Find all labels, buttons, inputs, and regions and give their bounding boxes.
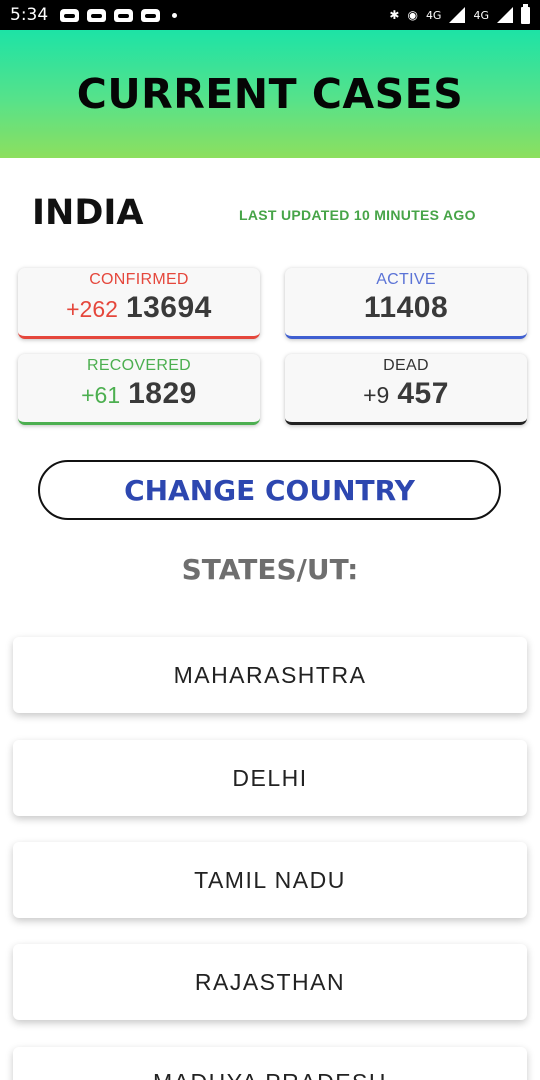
- status-time: 5:34: [10, 5, 49, 25]
- bluetooth-icon: ✱: [389, 8, 400, 22]
- active-card: ACTIVE 11408: [285, 268, 527, 339]
- confirmed-card: CONFIRMED +262 13694: [18, 268, 260, 339]
- state-item-maharashtra[interactable]: MAHARASHTRA: [13, 637, 527, 713]
- recovered-card: RECOVERED +61 1829: [18, 354, 260, 425]
- app-header: CURRENT CASES: [0, 30, 540, 158]
- notification-icon: [141, 8, 161, 22]
- signal-icon: [449, 7, 466, 23]
- state-item-madhya-pradesh[interactable]: MADHYA PRADESH: [13, 1047, 527, 1080]
- network-type-2: 4G: [473, 8, 489, 22]
- more-notifications-icon: [172, 12, 178, 18]
- confirmed-delta: +262: [66, 296, 118, 322]
- active-value: 11408: [363, 291, 449, 324]
- dead-delta: +9: [363, 382, 390, 408]
- dead-value: 457: [397, 377, 449, 410]
- last-updated-text: LAST UPDATED 10 MINUTES AGO: [239, 207, 476, 223]
- recovered-label: RECOVERED: [86, 357, 192, 374]
- confirmed-value: 13694: [125, 291, 212, 324]
- states-heading: STATES/UT:: [181, 553, 359, 586]
- active-label: ACTIVE: [376, 271, 436, 288]
- battery-icon: [521, 3, 530, 24]
- notification-icon: [60, 8, 80, 22]
- notification-icon: [87, 8, 107, 22]
- country-name: INDIA: [32, 193, 144, 233]
- signal-icon: [497, 7, 513, 23]
- recovered-delta: +61: [81, 382, 121, 408]
- notification-icon: [114, 8, 134, 22]
- state-item-tamil-nadu[interactable]: TAMIL NADU: [13, 842, 527, 918]
- dead-card: DEAD +9 457: [285, 354, 527, 425]
- state-item-delhi[interactable]: DELHI: [13, 740, 527, 816]
- state-item-rajasthan[interactable]: RAJASTHAN: [13, 944, 527, 1020]
- confirmed-label: CONFIRMED: [89, 271, 189, 288]
- status-bar: 5:34 ✱ ◉ 4G 4G: [0, 0, 540, 30]
- page-title: CURRENT CASES: [76, 70, 464, 118]
- network-type-1: 4G: [425, 8, 442, 22]
- change-country-button[interactable]: CHANGE COUNTRY: [38, 460, 501, 520]
- dead-label: DEAD: [383, 357, 429, 374]
- recovered-value: 1829: [128, 377, 197, 410]
- location-icon: ◉: [407, 8, 418, 22]
